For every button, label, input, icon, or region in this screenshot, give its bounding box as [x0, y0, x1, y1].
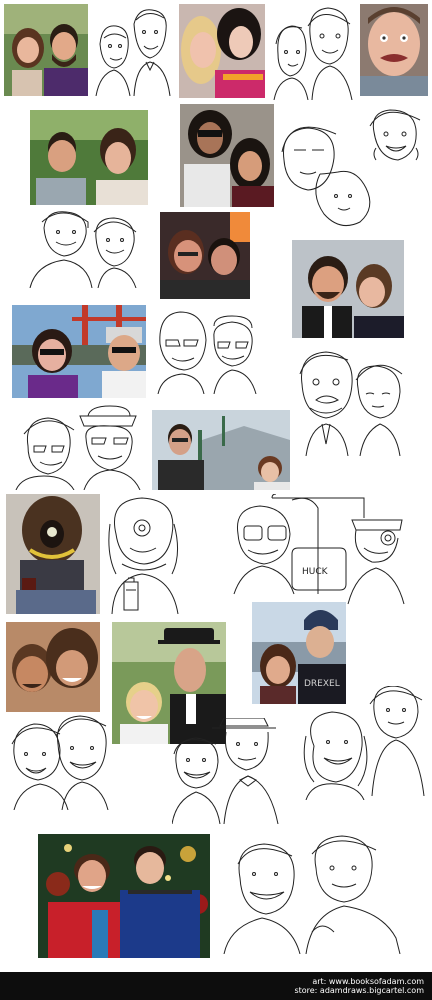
photo-couple-2 — [179, 4, 265, 98]
photo-couple-4 — [180, 104, 274, 207]
sketch-couple-7 — [156, 304, 264, 394]
art-credit-text: art: www.booksofadam.com — [312, 977, 424, 986]
photo-couple-1 — [4, 4, 88, 96]
photo-couple-8 — [152, 410, 290, 490]
svg-text:HUCK: HUCK — [302, 567, 329, 577]
sketch-couple-9 — [10, 714, 110, 810]
photo-man-face — [360, 4, 428, 96]
sketch-couple-4 — [280, 104, 428, 234]
photo-couple-12 — [38, 834, 210, 958]
photo-couple-5 — [160, 212, 250, 299]
sketch-couple-10 — [172, 718, 284, 824]
sketch-couple-2 — [272, 4, 356, 100]
credits-footer: art: www.booksofadam.com store: adamdraw… — [0, 972, 432, 1000]
sketch-couple-12 — [222, 834, 406, 954]
sketch-person-costume — [102, 494, 186, 614]
store-credit-text: store: adamdraws.bigcartel.com — [294, 986, 424, 995]
photo-couple-7 — [12, 305, 146, 398]
sketch-couple-3 — [26, 208, 152, 288]
sketch-couple-11 — [292, 686, 426, 800]
sketch-couple-8: HUCK — [232, 494, 408, 608]
sketch-couple-6 — [296, 344, 408, 456]
sketch-couple-1 — [90, 4, 176, 96]
photo-couple-6 — [292, 240, 404, 338]
sketch-couple-7b — [14, 404, 146, 490]
photo-couple-3 — [30, 110, 148, 205]
photo-couple-9 — [6, 622, 100, 712]
photo-person-costume — [6, 494, 100, 614]
